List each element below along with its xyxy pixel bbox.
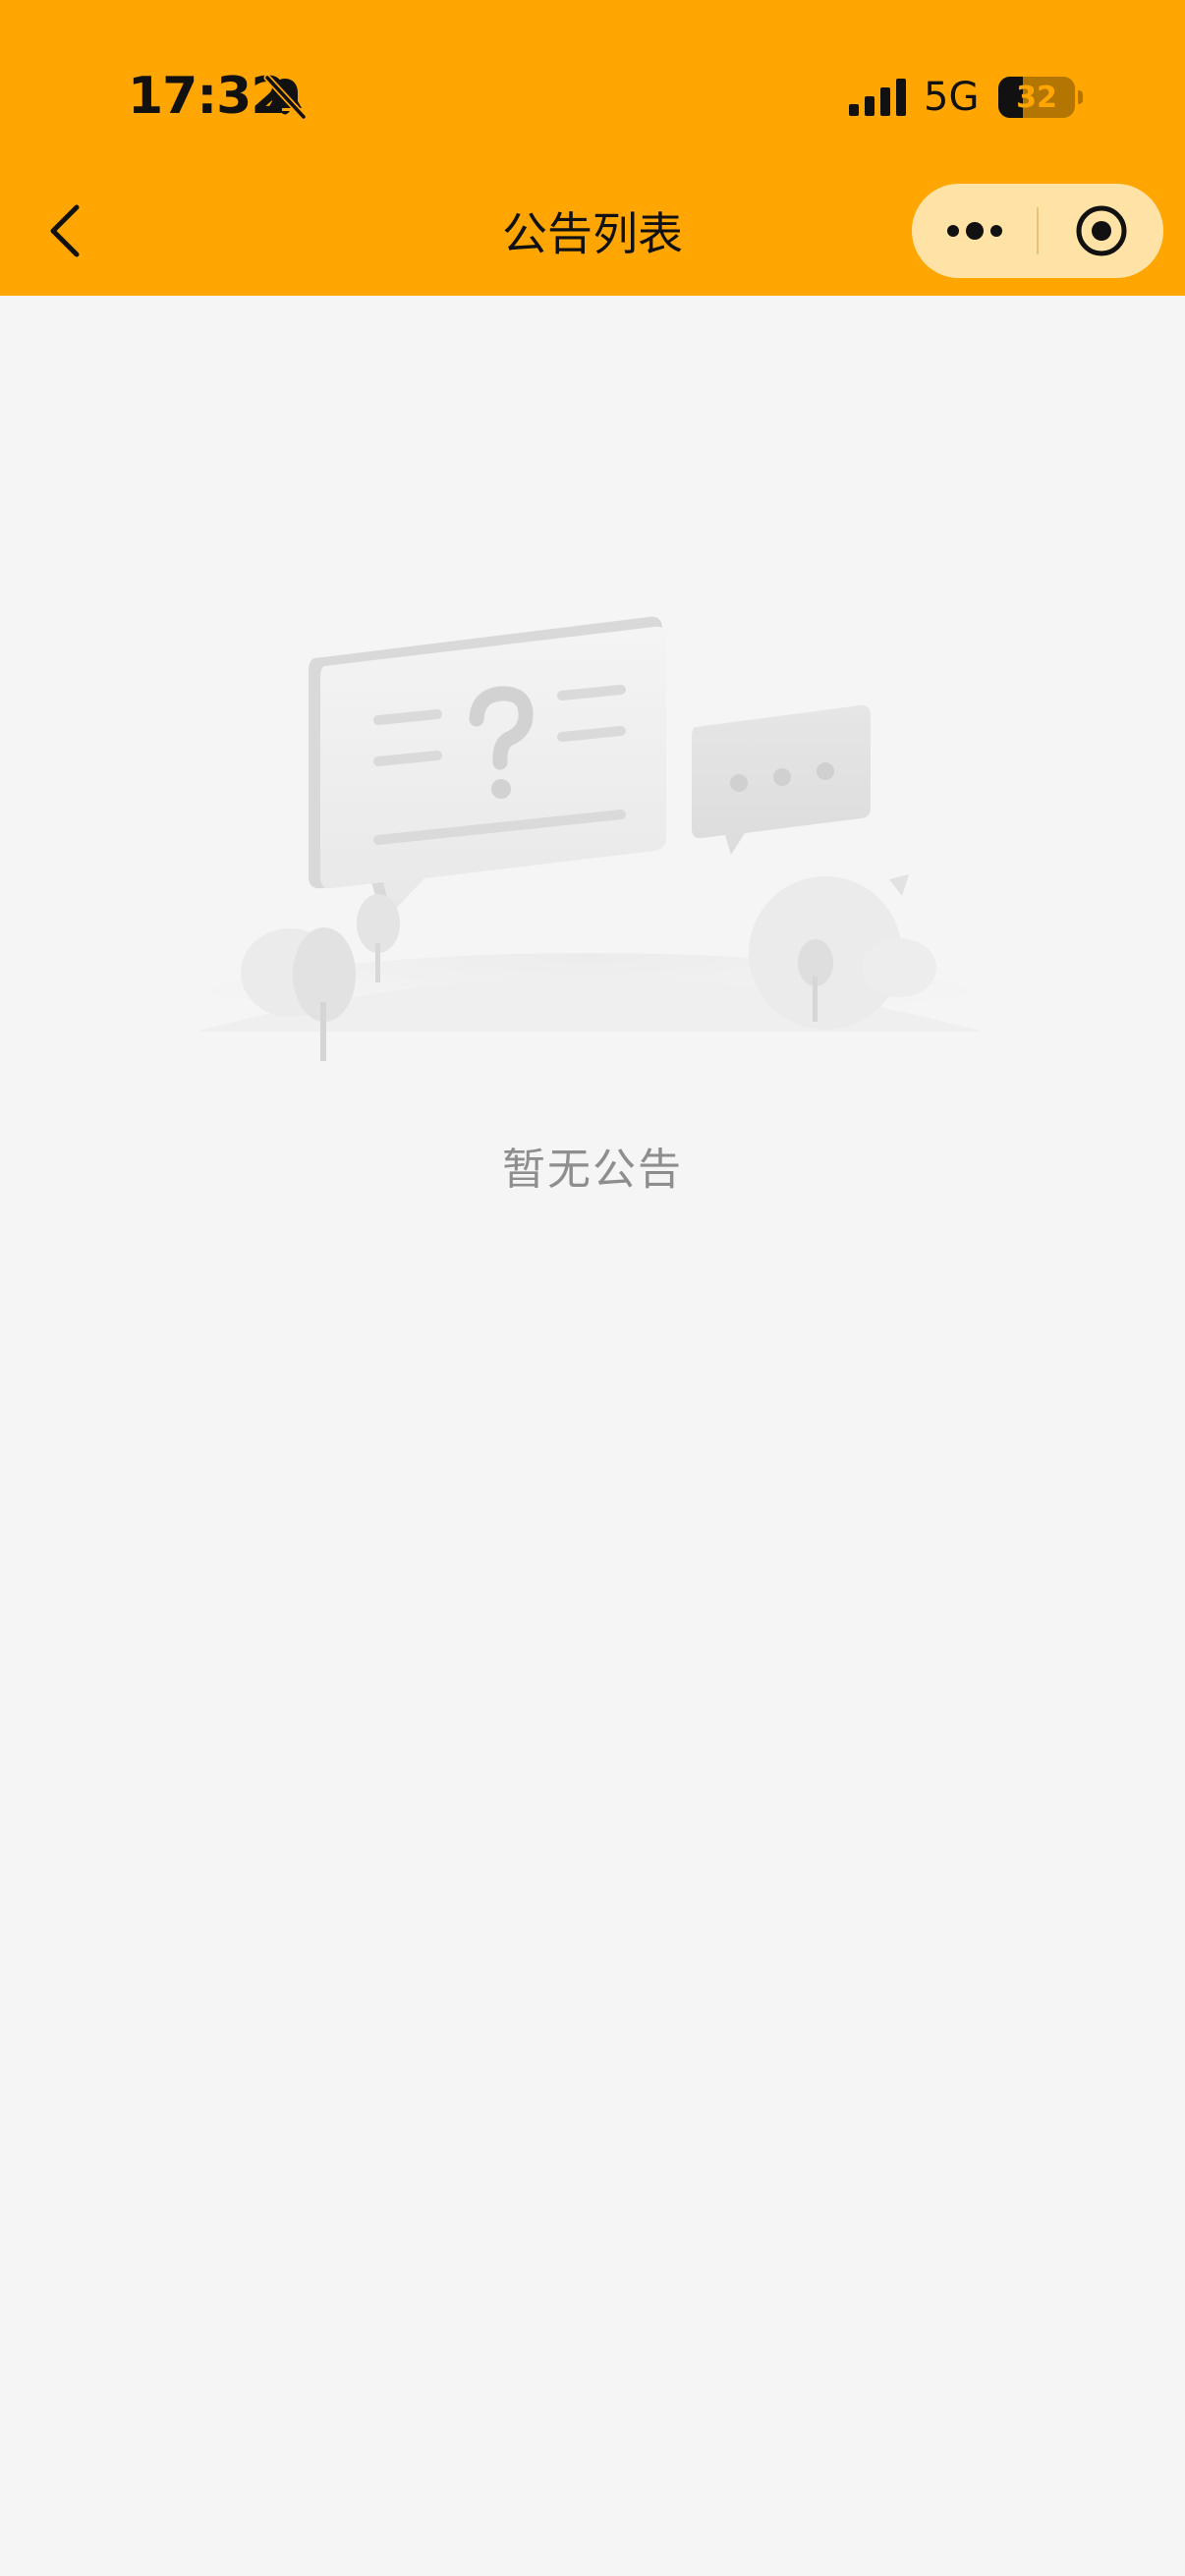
bell-off-icon (263, 75, 307, 120)
mini-program-capsule (912, 184, 1163, 278)
announcement-list-screen: 17:32 5G 32 公告列表 暂无公告 (0, 0, 1185, 2576)
battery-level: 32 (1016, 80, 1057, 115)
battery-cap (1078, 90, 1083, 104)
signal-bars-icon (849, 79, 906, 116)
battery-indicator: 32 (998, 77, 1075, 118)
empty-illustration (177, 616, 1002, 1071)
header: 17:32 5G 32 公告列表 (0, 0, 1185, 296)
target-circle-icon (1076, 205, 1126, 256)
network-type: 5G (924, 75, 980, 120)
back-button[interactable] (35, 187, 94, 275)
more-dots-icon (946, 222, 1002, 240)
close-button[interactable] (1039, 184, 1163, 278)
chevron-left-icon (50, 204, 80, 257)
empty-state-text: 暂无公告 (502, 1145, 683, 1195)
status-time: 17:32 (128, 67, 287, 126)
page-title: 公告列表 (502, 207, 683, 260)
more-button[interactable] (912, 184, 1037, 278)
